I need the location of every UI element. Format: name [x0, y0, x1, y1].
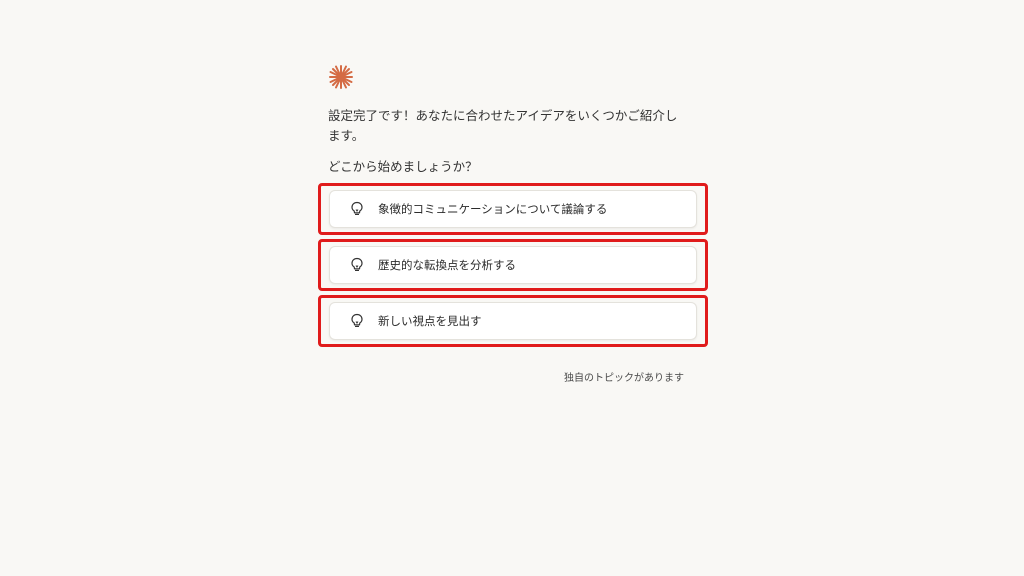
lightbulb-icon	[351, 257, 363, 271]
lightbulb-icon	[351, 313, 363, 327]
suggestion-highlight: 象徴的コミュニケーションについて議論する	[318, 183, 708, 235]
suggestion-card-historical-turning-points[interactable]: 歴史的な転換点を分析する	[329, 246, 697, 284]
suggestion-highlight: 新しい視点を見出す	[318, 295, 708, 347]
intro-section: 設定完了です！あなたに合わせたアイデアをいくつかご紹介します。 どこから始めまし…	[328, 64, 700, 175]
suggestion-label: 新しい視点を見出す	[378, 314, 482, 328]
suggestion-list: 象徴的コミュニケーションについて議論する 歴史的な転換点を分析する 新しい視点を…	[318, 183, 708, 351]
suggestion-label: 象徴的コミュニケーションについて議論する	[378, 202, 608, 216]
asterisk-logo-icon	[329, 65, 353, 89]
suggestion-highlight: 歴史的な転換点を分析する	[318, 239, 708, 291]
lightbulb-icon	[351, 201, 363, 215]
start-question: どこから始めましょうか？	[328, 159, 478, 174]
suggestion-card-new-perspectives[interactable]: 新しい視点を見出す	[329, 302, 697, 340]
own-topic-link[interactable]: 独自のトピックがあります	[560, 369, 684, 384]
suggestion-label: 歴史的な転換点を分析する	[378, 258, 516, 272]
intro-message: 設定完了です！あなたに合わせたアイデアをいくつかご紹介します。	[328, 108, 678, 143]
suggestion-card-symbolic-communication[interactable]: 象徴的コミュニケーションについて議論する	[329, 190, 697, 228]
